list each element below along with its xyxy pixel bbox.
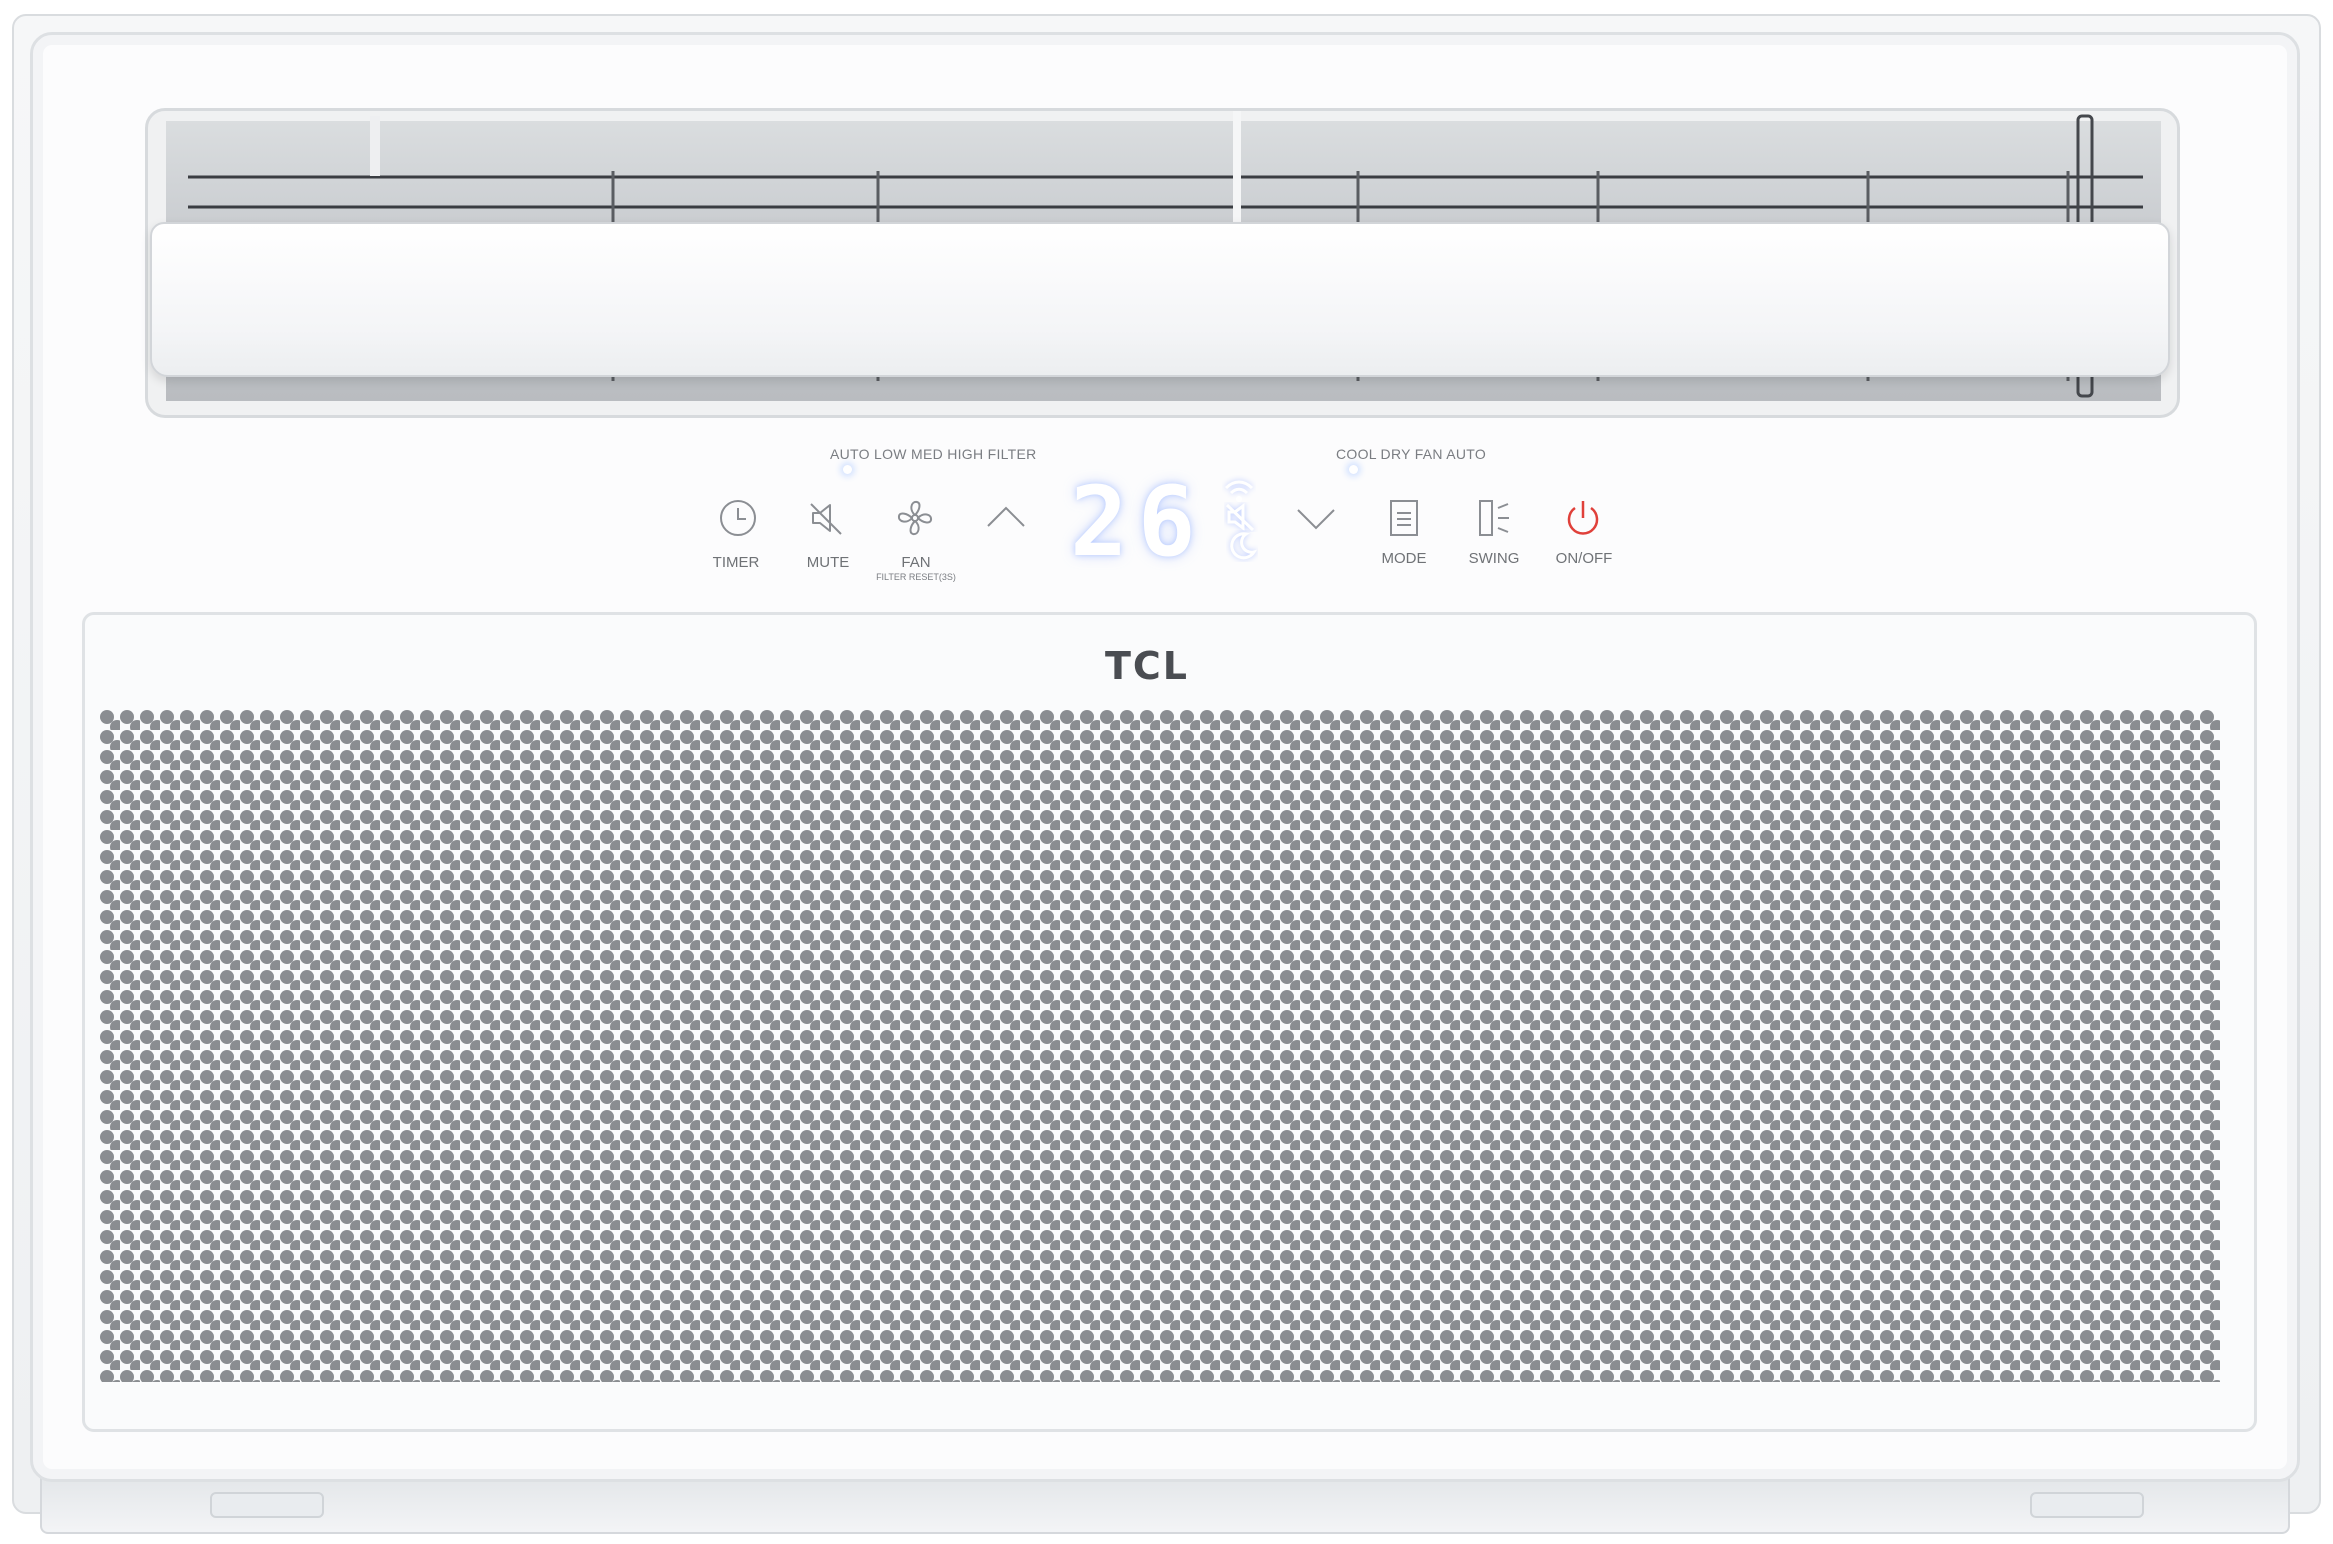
- clock-icon: [720, 500, 756, 536]
- temperature-display: 26: [1070, 466, 1206, 578]
- mode-cool-indicator-light: [1349, 465, 1358, 474]
- front-grille: [100, 710, 2220, 1382]
- fan-button[interactable]: [893, 496, 937, 545]
- mute-button[interactable]: [805, 496, 849, 545]
- mode-indicator-labels: COOL DRY FAN AUTO: [1336, 446, 1487, 462]
- filter-reset-label: FILTER RESET(3S): [876, 572, 956, 582]
- fan-speed-indicator-labels: AUTO LOW MED HIGH FILTER: [830, 446, 1037, 462]
- foot-left: [210, 1492, 324, 1518]
- temperature-down-button[interactable]: [1294, 496, 1338, 545]
- power-icon: [1567, 501, 1599, 535]
- moon-icon: [1230, 532, 1258, 560]
- mute-status-icon: [1225, 503, 1255, 532]
- fan-auto-indicator-light: [843, 465, 852, 474]
- timer-button[interactable]: [716, 496, 760, 545]
- swing-button[interactable]: [1472, 496, 1516, 545]
- document-icon: [1390, 500, 1418, 536]
- power-label: ON/OFF: [1555, 550, 1613, 567]
- chevron-down-icon: [1297, 509, 1335, 530]
- fan-label: FAN: [901, 554, 931, 571]
- mode-button[interactable]: [1382, 496, 1426, 545]
- foot-right: [2030, 1492, 2144, 1518]
- base-strip: [40, 1476, 2290, 1534]
- vent-louver[interactable]: [150, 222, 2170, 377]
- swing-icon: [1479, 500, 1509, 536]
- temperature-up-button[interactable]: [984, 496, 1028, 545]
- chevron-up-icon: [987, 506, 1025, 527]
- brand-logo: TCL: [1105, 644, 1190, 688]
- fan-icon: [897, 500, 933, 536]
- power-button[interactable]: [1561, 496, 1605, 545]
- speaker-mute-icon: [810, 503, 842, 535]
